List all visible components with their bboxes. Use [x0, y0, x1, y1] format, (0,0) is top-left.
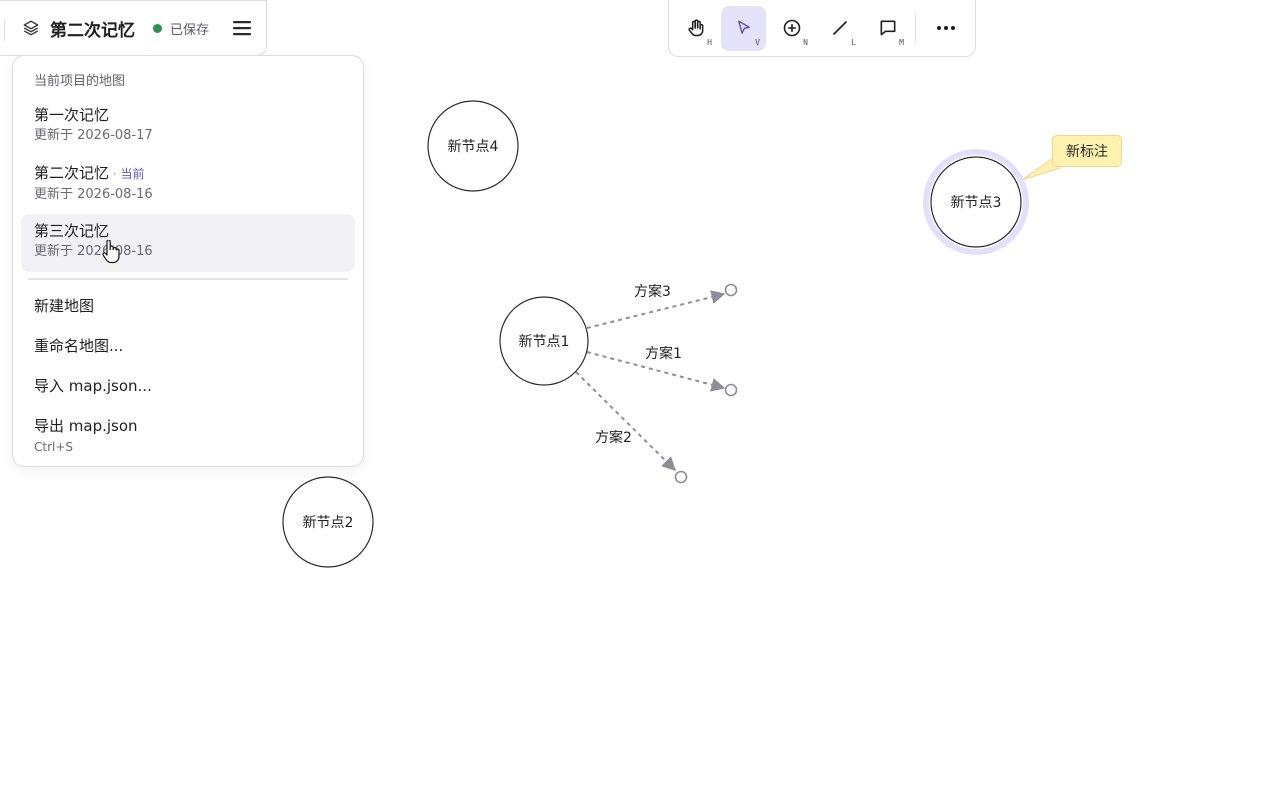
layers-icon[interactable] [22, 19, 40, 37]
node-3[interactable]: 新节点3 [923, 149, 1029, 255]
edge-endpoint-handle[interactable] [674, 470, 688, 484]
map-item-date: 更新于 2026-08-16 [34, 244, 153, 259]
annotation-note[interactable]: 新标注 [1052, 135, 1122, 167]
map-item-name: 第三次记忆 [34, 222, 110, 240]
node-2[interactable]: 新节点2 [282, 476, 374, 568]
edge-plan3[interactable]: 方案3 [586, 283, 738, 329]
action-label: 导入 map.json... [34, 377, 152, 395]
comment-tool-button[interactable]: M [865, 6, 910, 51]
map-item-1[interactable]: 第一次记忆 更新于 2026-08-17 [21, 98, 355, 156]
more-button[interactable] [923, 6, 968, 51]
hand-tool-button[interactable]: H [673, 6, 718, 51]
action-shortcut: Ctrl+S [34, 440, 74, 454]
map-dropdown-menu: 当前项目的地图 第一次记忆 更新于 2026-08-17 第二次记忆 · 当前 … [12, 55, 364, 467]
tool-shortcut: M [899, 37, 904, 47]
comment-icon [880, 20, 895, 36]
node-label: 新节点4 [448, 139, 499, 155]
tool-shortcut: H [707, 37, 712, 47]
export-map-action[interactable]: 导出 map.json Ctrl+S [21, 410, 355, 462]
map-item-date: 更新于 2026-08-17 [34, 128, 153, 143]
map-item-date: 更新于 2026-08-16 [34, 187, 153, 202]
tool-bar: H V N L M [668, 0, 976, 57]
save-status: 已保存 [170, 22, 210, 38]
note-text: 新标注 [1066, 144, 1108, 160]
edge-label: 方案1 [645, 345, 682, 362]
import-map-action[interactable]: 导入 map.json... [21, 370, 355, 410]
edge-endpoint-handle[interactable] [724, 283, 738, 297]
save-status-dot [153, 23, 162, 33]
action-label: 新建地图 [34, 297, 95, 315]
current-badge: 当前 [120, 167, 145, 181]
tool-shortcut: N [803, 37, 808, 47]
edge-endpoint-handle[interactable] [724, 383, 738, 397]
more-icon [936, 26, 955, 30]
map-title[interactable]: 第二次记忆 [50, 16, 135, 41]
edge-label: 方案3 [634, 283, 671, 300]
new-map-action[interactable]: 新建地图 [21, 290, 355, 330]
menu-divider [28, 278, 348, 280]
toolbar-divider [915, 14, 916, 42]
title-bar: 第二次记忆 已保存 [0, 0, 267, 56]
node-4[interactable]: 新节点4 [427, 100, 519, 192]
tool-shortcut: V [755, 37, 760, 47]
map-item-3[interactable]: 第三次记忆 更新于 2026-08-16 [21, 214, 355, 272]
node-label: 新节点1 [519, 334, 570, 350]
map-item-2[interactable]: 第二次记忆 · 当前 更新于 2026-08-16 [21, 156, 355, 214]
add-node-tool-button[interactable]: N [769, 6, 814, 51]
map-item-name: 第二次记忆 [34, 164, 110, 182]
link-icon [832, 21, 847, 35]
current-separator: · [109, 167, 121, 181]
edge-plan1[interactable]: 方案1 [586, 345, 738, 397]
section-title: 当前项目的地图 [34, 74, 126, 89]
edge-label: 方案2 [595, 429, 632, 446]
action-label: 重命名地图... [34, 337, 124, 355]
node-label: 新节点3 [951, 195, 1002, 211]
map-item-name: 第一次记忆 [34, 106, 110, 124]
node-label: 新节点2 [303, 515, 354, 531]
action-label: 导出 map.json [34, 417, 138, 435]
pointer-icon [737, 20, 750, 34]
hand-icon [687, 19, 703, 37]
hamburger-menu-icon[interactable] [231, 17, 253, 39]
link-tool-button[interactable]: L [817, 6, 862, 51]
rename-map-action[interactable]: 重命名地图... [21, 330, 355, 370]
node-1[interactable]: 新节点1 [499, 296, 589, 386]
tool-shortcut: L [851, 37, 856, 47]
edge-plan2[interactable]: 方案2 [575, 371, 688, 484]
select-tool-button[interactable]: V [721, 5, 766, 51]
add-node-icon [783, 19, 800, 37]
